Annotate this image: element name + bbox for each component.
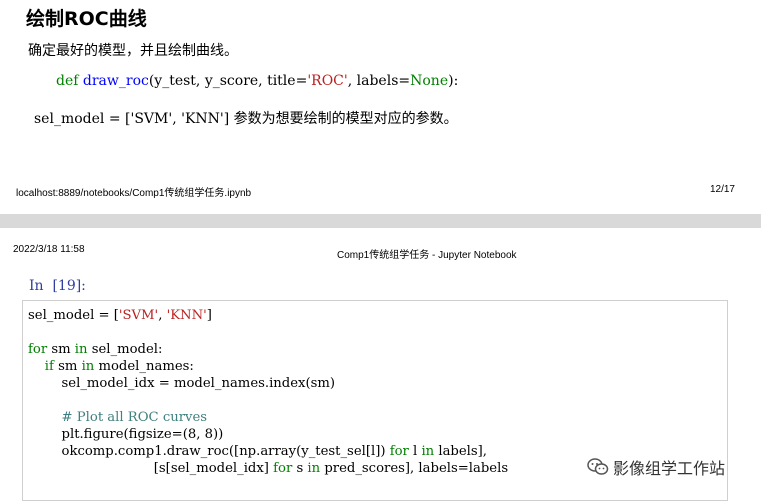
code-line: if sm in model_names:	[44, 359, 194, 374]
def-keyword: def	[56, 73, 79, 89]
watermark: 影像组学工作站	[585, 456, 728, 478]
code-line: [s[sel_model_idx] for s in pred_scores],…	[28, 461, 509, 476]
header-title: Comp1传统组学任务 - Jupyter Notebook	[337, 250, 517, 261]
watermark-text: 影像组学工作站	[613, 459, 726, 478]
code-line: sel_model_idx = model_names.index(sm)	[28, 376, 336, 391]
footer-page-number: 12/17	[709, 184, 735, 195]
none-keyword: None	[410, 73, 449, 89]
function-signature: def draw_roc(y_test, y_score, title='ROC…	[56, 73, 458, 89]
page-separator	[0, 214, 761, 228]
title-default: 'ROC'	[307, 73, 348, 89]
notebook-page-top: 绘制ROC曲线 确定最好的模型，并且绘制曲线。 def draw_roc(y_t…	[0, 0, 761, 214]
intro-text: 确定最好的模型，并且绘制曲线。	[28, 43, 238, 59]
code-line: okcomp.comp1.draw_roc([np.array(y_test_s…	[28, 444, 487, 459]
code-content[interactable]: sel_model = ['SVM', 'KNN'] for sm in sel…	[28, 307, 508, 477]
signature-close: ):	[448, 73, 459, 89]
explanation-text: 参数为想要绘制的模型对应的参数。	[229, 111, 458, 127]
section-title: 绘制ROC曲线	[26, 8, 147, 30]
code-line: sel_model = ['SVM', 'KNN']	[28, 308, 212, 323]
notebook-page-bottom: 2022/3/18 11:58 Comp1传统组学任务 - Jupyter No…	[0, 228, 761, 501]
header-date: 2022/3/18 11:58	[13, 244, 85, 255]
code-line: for sm in sel_model:	[28, 342, 163, 357]
function-name: draw_roc	[82, 73, 149, 89]
signature-between: , labels=	[347, 73, 411, 89]
code-comment: # Plot all ROC curves	[61, 410, 208, 425]
code-line: # Plot all ROC curves	[28, 410, 207, 425]
code-line: plt.figure(figsize=(8, 8))	[28, 427, 224, 442]
wechat-icon	[587, 458, 609, 476]
cell-prompt: In [19]:	[29, 278, 86, 294]
footer-url: localhost:8889/notebooks/Comp1传统组学任务.ipy…	[16, 188, 252, 199]
signature-args: (y_test, y_score, title=	[148, 73, 308, 89]
explanation-code: sel_model = ['SVM', 'KNN']	[34, 111, 230, 127]
parameter-explanation: sel_model = ['SVM', 'KNN'] 参数为想要绘制的模型对应的…	[34, 108, 458, 128]
